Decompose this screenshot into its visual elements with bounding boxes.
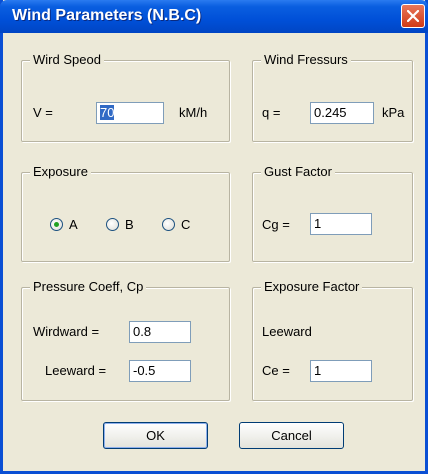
close-icon [407,10,419,22]
wind-pressure-group: Wind Fressurs q = 0.245 kPa [252,52,413,142]
radio-b[interactable] [106,218,119,231]
wind-parameters-dialog: Wind Parameters (N.B.C) Wird Speod V = 7… [0,0,428,474]
exposure-option-c[interactable]: C [162,217,202,232]
windward-label: Wirdward = [33,324,100,339]
exposure-option-b[interactable]: B [106,217,146,232]
pressure-coeff-legend: Pressure Coeff, Cp [30,279,147,294]
leeward-label: Leeward = [45,363,107,378]
ok-button[interactable]: OK [103,422,208,449]
wind-pressure-legend: Wind Fressurs [261,52,351,67]
wind-speed-input[interactable]: 70 [96,102,164,124]
radio-c[interactable] [162,218,175,231]
exposure-factor-sublabel: Leeward [262,324,312,339]
wind-pressure-label: q = [262,105,281,120]
wind-speed-label: V = [33,105,53,120]
title-bar[interactable]: Wind Parameters (N.B.C) [0,0,428,33]
exposure-option-a[interactable]: A [50,217,90,232]
gust-factor-label: Cg = [262,217,290,232]
dialog-title: Wind Parameters (N.B.C) [12,7,202,24]
exposure-factor-group: Exposure Factor Leeward Ce = 1 [252,279,413,401]
wind-speed-unit: kM/h [179,105,208,120]
close-button[interactable] [401,4,425,28]
wind-pressure-input[interactable]: 0.245 [310,102,374,124]
wind-speed-legend: Wird Speod [30,52,104,67]
exposure-factor-legend: Exposure Factor [261,279,363,294]
cancel-button[interactable]: Cancel [239,422,344,449]
pressure-coeff-group: Pressure Coeff, Cp Wirdward = 0.8 Leewar… [21,279,230,401]
windward-input[interactable]: 0.8 [129,321,191,343]
gust-factor-legend: Gust Factor [261,164,335,179]
gust-factor-group: Gust Factor Cg = 1 [252,164,413,262]
exposure-group: Exposure A B C [21,164,230,262]
wind-pressure-unit: kPa [382,105,405,120]
exposure-factor-input[interactable]: 1 [310,360,372,382]
wind-speed-group: Wird Speod V = 70 kM/h [21,52,230,142]
leeward-input[interactable]: -0.5 [129,360,191,382]
radio-a[interactable] [50,218,63,231]
gust-factor-input[interactable]: 1 [310,213,372,235]
exposure-legend: Exposure [30,164,91,179]
exposure-factor-label: Ce = [262,363,290,378]
